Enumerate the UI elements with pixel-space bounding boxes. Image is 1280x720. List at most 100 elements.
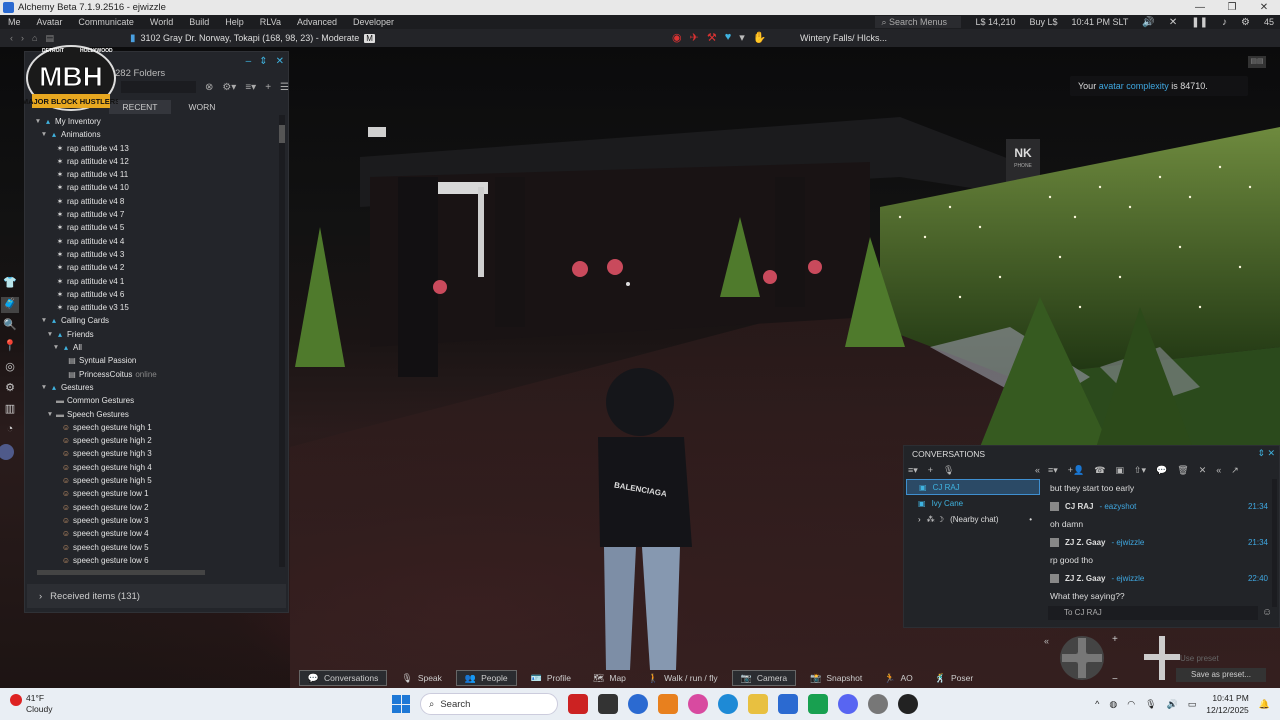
menu-rlva[interactable]: RLVa (252, 17, 289, 27)
inventory-icon[interactable]: 🧳 (1, 297, 19, 313)
avatar-complexity-link[interactable]: avatar complexity (1099, 81, 1169, 91)
dock-close-icons[interactable]: ⇕ ✕ (1257, 448, 1275, 459)
alchemy-viewer-icon[interactable] (778, 694, 798, 714)
profile-icon[interactable]: ▣ (1115, 465, 1124, 476)
inventory-item[interactable]: ✶ rap attitude v4 6 (25, 288, 280, 301)
inventory-item[interactable]: ☺ speech gesture low 2 (25, 501, 280, 514)
toolbar-people-button[interactable]: 👥 People (455, 670, 517, 686)
start-button[interactable] (392, 695, 410, 713)
chat-handle[interactable]: - ejwizzle (1111, 574, 1144, 583)
inventory-item[interactable]: ▼ ▬ Speech Gestures (25, 408, 280, 421)
expand-arrow-icon[interactable]: ▼ (33, 115, 43, 128)
radar-icon[interactable]: ◎ (1, 360, 19, 376)
inventory-item[interactable]: ✶ rap attitude v4 7 (25, 208, 280, 221)
toolbar-poser-button[interactable]: 🕺 Poser (927, 670, 981, 686)
inventory-item[interactable]: ▼ ▴ My Inventory (25, 115, 280, 128)
visibility-icon[interactable]: ◉ (672, 31, 682, 44)
app-icon[interactable] (808, 694, 828, 714)
menu-avatar[interactable]: Avatar (29, 17, 71, 27)
performance-icon[interactable]: ◔ (1, 423, 19, 439)
app-icon[interactable] (688, 694, 708, 714)
task-view-icon[interactable] (598, 694, 618, 714)
media-toggle-icon[interactable]: ✕ (1169, 17, 1177, 28)
places-icon[interactable]: 📍 (1, 339, 19, 355)
maximize-button[interactable]: ❐ (1216, 2, 1248, 13)
conversations-menu-icon[interactable]: ≡▾ (908, 465, 918, 476)
sort-icon[interactable]: ≡▾ (245, 82, 256, 93)
delete-icon[interactable]: 🗑 (1177, 465, 1188, 476)
add-participant-icon[interactable]: +👤 (1068, 465, 1084, 476)
inventory-item[interactable]: ▼ ▴ Animations (25, 128, 280, 141)
expand-arrow-icon[interactable]: ▼ (45, 408, 55, 421)
menu-me[interactable]: Me (0, 17, 29, 27)
inventory-item[interactable]: ✶ rap attitude v4 5 (25, 221, 280, 234)
inventory-item[interactable]: ▤ PrincessCoitus online (25, 368, 280, 381)
menu-advanced[interactable]: Advanced (289, 17, 345, 27)
inventory-filter-input[interactable] (121, 81, 196, 93)
inventory-item[interactable]: ✶ rap attitude v3 15 (25, 301, 280, 314)
speech-bubble-icon[interactable]: 💬 (1156, 465, 1167, 476)
menu-help[interactable]: Help (217, 17, 252, 27)
edge-icon[interactable] (718, 694, 738, 714)
inventory-item[interactable]: ✶ rap attitude v4 3 (25, 248, 280, 261)
search-menus-input[interactable]: ⌕ Search Menus (875, 16, 962, 28)
inventory-item[interactable]: ✶ rap attitude v4 1 (25, 275, 280, 288)
chat-handle[interactable]: - eazyshot (1099, 502, 1136, 511)
collapse-icon[interactable]: « (1035, 465, 1040, 475)
menu-communicate[interactable]: Communicate (70, 17, 142, 27)
chat-handle[interactable]: - ejwizzle (1111, 538, 1144, 547)
expand-arrow-icon[interactable]: ▼ (39, 314, 49, 327)
menu-world[interactable]: World (142, 17, 181, 27)
parcel-name[interactable]: Wintery Falls/ HIcks... (800, 33, 887, 43)
notifications-icon[interactable]: 🔔 (1259, 699, 1270, 710)
toolbar-snapshot-button[interactable]: 📸 Snapshot (802, 670, 870, 686)
emoji-icon[interactable]: ☺ (1262, 607, 1272, 618)
tab-worn[interactable]: WORN (171, 100, 233, 114)
tab-recent[interactable]: RECENT (109, 100, 171, 114)
chat-menu-icon[interactable]: ≡▾ (1048, 465, 1058, 476)
toolbar-conversations-button[interactable]: 💬 Conversations (298, 670, 388, 686)
camera-preset-select[interactable]: Use preset (1176, 652, 1266, 666)
inventory-item[interactable]: ✶ rap attitude v4 11 (25, 168, 280, 181)
maple-app-icon[interactable] (568, 694, 588, 714)
battery-icon[interactable]: ▭ (1188, 699, 1197, 710)
expand-arrow-icon[interactable]: ▼ (39, 381, 49, 394)
inventory-item[interactable]: ▼ ▴ Calling Cards (25, 314, 280, 327)
discord-icon[interactable] (838, 694, 858, 714)
new-conversation-icon[interactable]: + (928, 465, 933, 475)
pause-icon[interactable]: ❚❚ (1191, 17, 1208, 28)
search-icon[interactable]: 🔍 (1, 318, 19, 334)
inventory-item[interactable]: ☺ speech gesture high 3 (25, 447, 280, 460)
location-field[interactable]: 3102 Gray Dr. Norway, Tokapi (168, 98, 2… (141, 33, 360, 43)
inventory-item[interactable]: ☺ speech gesture low 5 (25, 541, 280, 554)
inventory-item[interactable]: ☺ speech gesture low 3 (25, 514, 280, 527)
inventory-hscrollbar[interactable] (29, 569, 277, 576)
inventory-scrollbar[interactable] (279, 115, 285, 567)
weather-widget[interactable]: 41°F Cloudy (10, 693, 52, 715)
app-icon[interactable] (628, 694, 648, 714)
expand-arrow-icon[interactable]: ▼ (39, 128, 49, 141)
back-icon[interactable]: ‹ (10, 33, 13, 44)
clock[interactable]: 10:41 PM 12/12/2025 (1206, 692, 1249, 716)
inventory-item[interactable]: ▼ ▴ All (25, 341, 280, 354)
inventory-item[interactable]: ✶ rap attitude v4 2 (25, 261, 280, 274)
menu-build[interactable]: Build (181, 17, 217, 27)
microphone-icon[interactable]: 🎙 (1145, 699, 1156, 710)
volume-icon[interactable]: 🔊 (1142, 17, 1154, 28)
taskbar-search[interactable]: ⌕ Search (420, 693, 558, 715)
dock-icon[interactable]: ⇕ (259, 56, 267, 67)
toolbar-map-button[interactable]: 🗺 Map (585, 670, 634, 686)
toolbar-profile-button[interactable]: 🪪 Profile (523, 670, 579, 686)
inventory-item[interactable]: ☺ speech gesture low 6 (25, 554, 280, 567)
conversation-item-nearby-chat[interactable]: › ⁂ ☽ (Nearby chat) • (906, 511, 1040, 527)
inventory-item[interactable]: ☺ speech gesture high 4 (25, 461, 280, 474)
music-icon[interactable]: ♪ (1222, 17, 1227, 28)
expand-arrow-icon[interactable]: ▼ (45, 328, 55, 341)
inventory-item[interactable]: ▼ ▴ Friends (25, 328, 280, 341)
close-icon[interactable]: ✕ (276, 56, 284, 67)
inventory-item[interactable]: ☺ speech gesture high 5 (25, 474, 280, 487)
options-gear-icon[interactable]: ⚙▾ (222, 82, 236, 93)
file-explorer-icon[interactable] (748, 694, 768, 714)
inventory-item[interactable]: ▼ ▴ Gestures (25, 381, 280, 394)
conversation-item-cj-raj[interactable]: ▣ CJ RAJ (906, 479, 1040, 495)
